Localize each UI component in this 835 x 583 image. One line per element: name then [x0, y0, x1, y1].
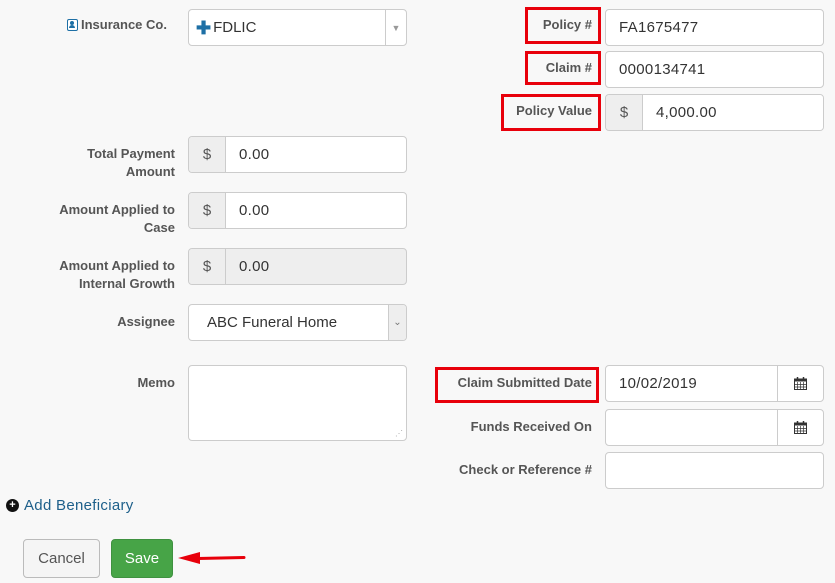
claim-num-input[interactable]: 0000134741 [605, 51, 824, 88]
assignee-select[interactable]: ABC Funeral Home ⌄ [188, 304, 407, 341]
applied-growth-label: Amount Applied to Internal Growth [59, 258, 175, 291]
applied-case-label: Amount Applied to Case [59, 202, 175, 235]
applied-case-input[interactable]: $ 0.00 [188, 192, 407, 229]
insurance-co-label: Insurance Co. [67, 17, 167, 32]
policy-num-input[interactable]: FA1675477 [605, 9, 824, 46]
calendar-icon[interactable] [777, 410, 823, 445]
funds-received-label: Funds Received On [470, 419, 592, 434]
save-button[interactable]: Save [111, 539, 173, 578]
applied-growth-input: $ 0.00 [188, 248, 407, 285]
cancel-button[interactable]: Cancel [23, 539, 100, 578]
policy-value-label: Policy Value [516, 103, 592, 118]
claim-num-label: Claim # [545, 60, 592, 75]
policy-value-input[interactable]: $ 4,000.00 [605, 94, 824, 131]
currency-addon: $ [189, 249, 226, 284]
currency-addon: $ [606, 95, 643, 130]
claim-submitted-label: Claim Submitted Date [457, 375, 592, 390]
claim-submitted-input[interactable]: 10/02/2019 [605, 365, 824, 402]
dropdown-arrow[interactable]: ▼ [385, 10, 406, 45]
resize-handle-icon[interactable]: ⋰ [395, 430, 403, 438]
assignee-label: Assignee [117, 314, 175, 329]
policy-num-label: Policy # [542, 17, 592, 32]
contact-card-icon [67, 18, 78, 31]
memo-label: Memo [137, 375, 175, 390]
check-ref-input[interactable] [605, 452, 824, 489]
plus-circle-icon: + [6, 499, 19, 512]
plus-icon: ✚ [196, 17, 212, 38]
chevron-down-icon[interactable]: ⌄ [388, 305, 406, 340]
calendar-icon[interactable] [777, 366, 823, 401]
total-payment-label: Total Payment Amount [87, 146, 175, 179]
total-payment-input[interactable]: $ 0.00 [188, 136, 407, 173]
insurance-co-select[interactable]: ✚ FDLIC ▼ [188, 9, 407, 46]
funds-received-input[interactable] [605, 409, 824, 446]
memo-textarea[interactable]: ⋰ [188, 365, 407, 441]
add-beneficiary-link[interactable]: + Add Beneficiary [6, 497, 134, 514]
annotation-arrow [178, 552, 246, 564]
currency-addon: $ [189, 137, 226, 172]
check-ref-label: Check or Reference # [459, 462, 592, 477]
currency-addon: $ [189, 193, 226, 228]
